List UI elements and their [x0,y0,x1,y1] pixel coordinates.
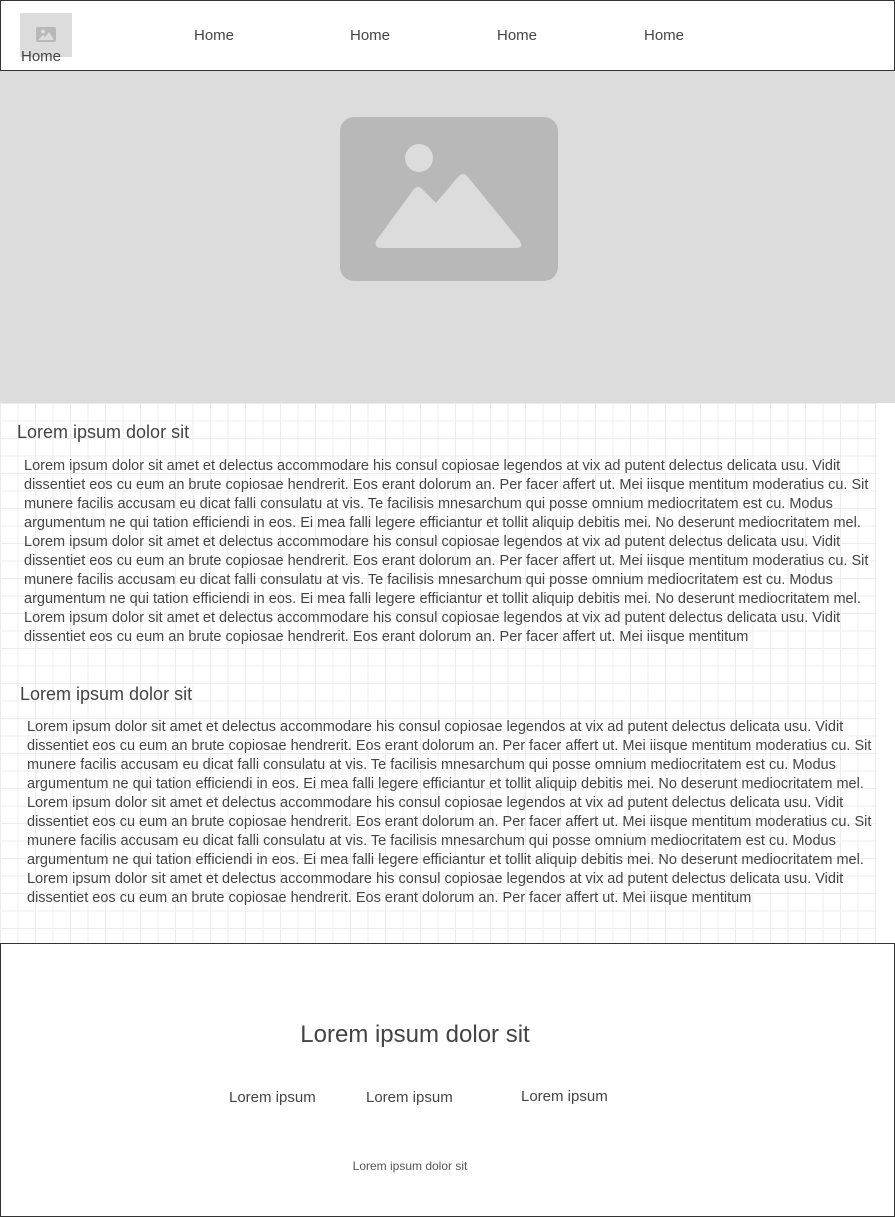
footer-caption: Lorem ipsum dolor sit [352,1159,468,1173]
image-placeholder-icon [340,117,558,281]
footer-link-2[interactable]: Lorem ipsum [366,1089,453,1106]
hero-banner [0,71,895,403]
nav-item-home-4[interactable]: Home [644,27,684,44]
footer-link-3[interactable]: Lorem ipsum [521,1088,608,1105]
nav-item-home-3[interactable]: Home [497,27,537,44]
footer-title: Lorem ipsum dolor sit [300,1021,530,1048]
image-placeholder-icon [36,27,56,42]
header: Home Home Home Home Home [0,0,895,71]
section-title: Lorem ipsum dolor sit [17,422,190,442]
content-area: Lorem ipsum dolor sit Lorem ipsum dolor … [0,403,877,943]
logo-label[interactable]: Home [21,48,61,65]
section-paragraph: Lorem ipsum dolor sit amet et delectus a… [27,719,872,906]
footer-link-1[interactable]: Lorem ipsum [229,1089,316,1106]
footer: Lorem ipsum dolor sit Lorem ipsum Lorem … [0,943,895,1217]
nav-item-home-2[interactable]: Home [350,27,390,44]
section-title: Lorem ipsum dolor sit [20,684,193,704]
section-paragraph: Lorem ipsum dolor sit amet et delectus a… [24,458,869,645]
nav-item-home-1[interactable]: Home [194,27,234,44]
